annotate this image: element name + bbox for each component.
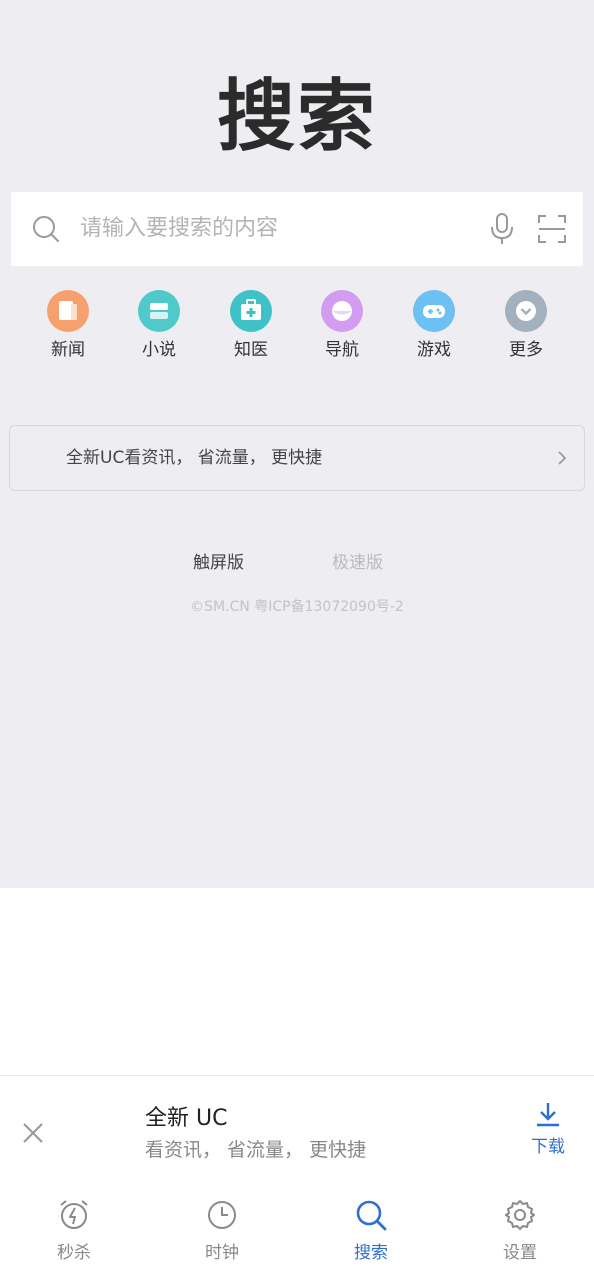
navigation-icon bbox=[321, 290, 363, 332]
download-label: 下载 bbox=[531, 1137, 565, 1157]
main-area: 搜索 请输入要搜索的内容 新闻 小说 知医 导航 游戏 更多 全新UC看资讯， … bbox=[0, 0, 594, 888]
scan-icon[interactable] bbox=[537, 214, 567, 244]
clock-icon bbox=[208, 1201, 236, 1229]
fast-version-link[interactable]: 极速版 bbox=[332, 548, 383, 573]
quick-link-novel[interactable]: 小说 bbox=[119, 290, 199, 362]
novel-icon bbox=[138, 290, 180, 332]
tab-settings[interactable]: 设置 bbox=[480, 1198, 560, 1263]
news-icon bbox=[47, 290, 89, 332]
quick-link-medical[interactable]: 知医 bbox=[211, 290, 291, 362]
promo-text: 全新UC看资讯， 省流量， 更快捷 bbox=[66, 448, 323, 468]
download-button[interactable]: 下载 bbox=[522, 1100, 574, 1157]
quick-link-news[interactable]: 新闻 bbox=[28, 290, 108, 362]
search-icon bbox=[33, 216, 59, 242]
search-input[interactable]: 请输入要搜索的内容 bbox=[80, 213, 278, 245]
game-icon bbox=[413, 290, 455, 332]
medical-icon bbox=[230, 290, 272, 332]
gear-icon bbox=[505, 1200, 535, 1230]
download-icon bbox=[537, 1103, 559, 1127]
quick-link-game[interactable]: 游戏 bbox=[394, 290, 474, 362]
quick-link-more[interactable]: 更多 bbox=[486, 290, 566, 362]
tab-flash-sale[interactable]: 秒杀 bbox=[34, 1198, 114, 1263]
bottom-tab-bar: 秒杀 时钟 搜索 设置 bbox=[0, 1190, 594, 1280]
alarm-clock-icon bbox=[60, 1200, 88, 1229]
search-icon bbox=[356, 1200, 387, 1231]
version-switch: 触屏版 极速版 bbox=[0, 548, 594, 574]
touch-version-link[interactable]: 触屏版 bbox=[193, 548, 244, 573]
logo-title: 搜索 bbox=[216, 72, 377, 162]
tab-clock[interactable]: 时钟 bbox=[182, 1198, 262, 1263]
banner-subtitle: 看资讯， 省流量， 更快捷 bbox=[145, 1139, 367, 1161]
tab-search[interactable]: 搜索 bbox=[331, 1198, 411, 1263]
close-icon[interactable] bbox=[22, 1122, 44, 1144]
search-bar[interactable]: 请输入要搜索的内容 bbox=[11, 192, 583, 266]
chevron-right-icon bbox=[558, 451, 567, 465]
quick-link-navigation[interactable]: 导航 bbox=[302, 290, 382, 362]
more-icon bbox=[505, 290, 547, 332]
banner-title: 全新 UC bbox=[145, 1106, 228, 1131]
microphone-icon[interactable] bbox=[489, 212, 515, 246]
promo-banner[interactable]: 全新UC看资讯， 省流量， 更快捷 bbox=[9, 425, 585, 491]
icp-footer: ©SM.CN 粤ICP备13072090号-2 bbox=[190, 599, 404, 615]
quick-links: 新闻 小说 知医 导航 游戏 更多 bbox=[0, 290, 594, 370]
download-banner: 全新 UC 看资讯， 省流量， 更快捷 下载 bbox=[0, 1075, 594, 1185]
